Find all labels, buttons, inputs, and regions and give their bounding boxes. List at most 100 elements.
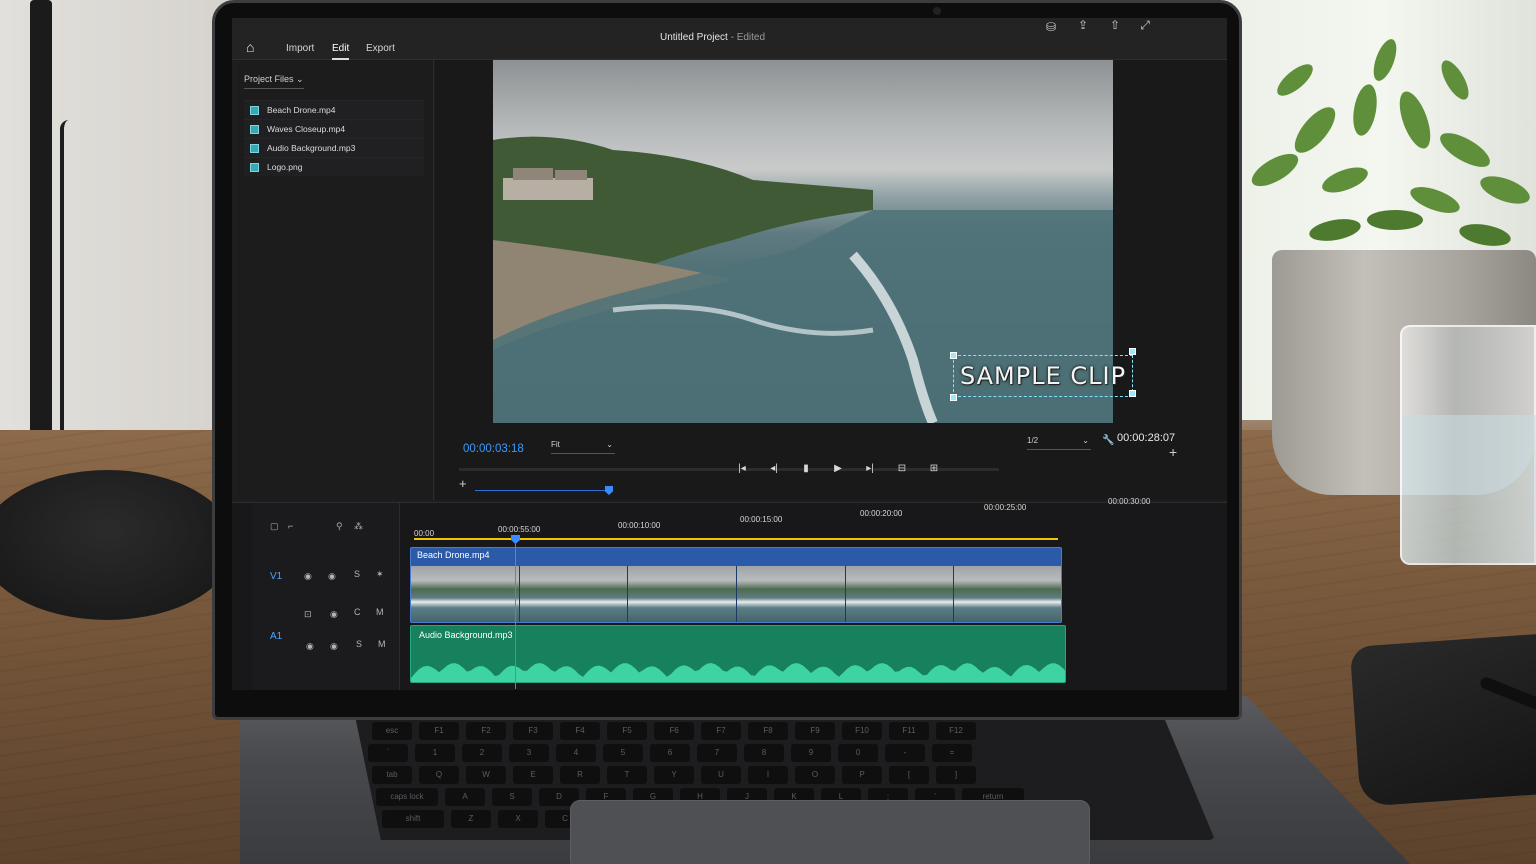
resolution-select[interactable]: 1/2 ⌄ — [1027, 436, 1091, 450]
keyboard-key[interactable]: 1 — [415, 744, 455, 762]
zoom-slider[interactable] — [475, 490, 610, 491]
keyboard-key[interactable]: F9 — [795, 722, 835, 740]
keyboard-key[interactable]: F5 — [607, 722, 647, 740]
project-files-dropdown[interactable]: Project Files ⌄ — [244, 74, 304, 89]
playhead[interactable] — [515, 541, 516, 689]
snap-icon[interactable]: ⌐ — [288, 521, 293, 531]
home-icon[interactable]: ⌂ — [246, 40, 262, 54]
eye-icon[interactable]: ◉ — [330, 609, 338, 620]
keyboard-key[interactable]: tab — [372, 766, 412, 784]
file-item-audio-background[interactable]: Audio Background.mp3 — [244, 138, 424, 157]
keyboard-key[interactable]: 0 — [838, 744, 878, 762]
keyboard-key[interactable]: = — [932, 744, 972, 762]
go-to-out-icon[interactable]: ▸| — [863, 462, 877, 476]
keyboard-key[interactable]: F6 — [654, 722, 694, 740]
solo-toggle[interactable]: S — [354, 569, 360, 579]
keyboard-key[interactable]: 9 — [791, 744, 831, 762]
keyboard-key[interactable]: F2 — [466, 722, 506, 740]
play-icon[interactable]: ▶ — [831, 462, 845, 476]
resize-handle[interactable] — [950, 394, 957, 401]
keyboard-key[interactable]: Y — [654, 766, 694, 784]
file-item-beach-drone[interactable]: Beach Drone.mp4 — [244, 100, 424, 119]
keyboard-key[interactable]: I — [748, 766, 788, 784]
zoom-slider-handle[interactable] — [605, 486, 613, 495]
fullscreen-icon[interactable]: ⤢ — [1138, 18, 1152, 32]
keyboard-key[interactable]: caps lock — [376, 788, 438, 806]
resize-handle[interactable] — [1129, 348, 1136, 355]
keyboard-key[interactable]: 2 — [462, 744, 502, 762]
captions-icon[interactable]: ▢ — [270, 521, 279, 532]
overwrite-icon[interactable]: ⊞ — [927, 462, 941, 476]
keyboard-key[interactable]: F8 — [748, 722, 788, 740]
add-icon[interactable]: + — [1169, 444, 1177, 460]
add-icon[interactable]: + — [459, 476, 467, 491]
keyboard-key[interactable]: 7 — [697, 744, 737, 762]
file-item-logo[interactable]: Logo.png — [244, 157, 424, 176]
keyboard-key[interactable]: 8 — [744, 744, 784, 762]
keyboard-key[interactable]: W — [466, 766, 506, 784]
keyboard-key[interactable]: Q — [419, 766, 459, 784]
keyboard-key[interactable]: F10 — [842, 722, 882, 740]
keyboard-key[interactable]: [ — [889, 766, 929, 784]
lock-icon[interactable]: ✶ — [376, 569, 384, 580]
eye-icon[interactable]: ◉ — [328, 571, 336, 582]
marker-icon[interactable]: ▮ — [799, 462, 813, 476]
keyboard-key[interactable]: 3 — [509, 744, 549, 762]
keyboard-key[interactable]: A — [445, 788, 485, 806]
keyboard-key[interactable]: S — [492, 788, 532, 806]
resize-handle[interactable] — [1129, 390, 1136, 397]
eye-icon[interactable]: ◉ — [306, 641, 314, 652]
keyboard-key[interactable]: P — [842, 766, 882, 784]
time-ruler[interactable]: 00:00 00:00:55:00 00:00:10:00 00:00:15:0… — [408, 497, 1188, 543]
zoom-fit-select[interactable]: Fit ⌄ — [551, 440, 615, 454]
keyboard-key[interactable]: - — [885, 744, 925, 762]
current-time[interactable]: 00:00:03:18 — [463, 443, 524, 455]
work-area-bar[interactable] — [414, 538, 1058, 540]
wrench-icon[interactable]: 🔧 — [1102, 435, 1114, 446]
keyboard-key[interactable]: esc — [372, 722, 412, 740]
audio-clip[interactable]: Audio Background.mp3 — [410, 625, 1066, 683]
keyboard-key[interactable]: Z — [451, 810, 491, 828]
keyboard-key[interactable]: shift — [382, 810, 444, 828]
linked-selection-icon[interactable]: ⚲ — [336, 521, 343, 532]
export-icon[interactable]: ⇧ — [1108, 18, 1122, 32]
eye-icon[interactable]: ◉ — [330, 641, 338, 652]
keyboard-key[interactable]: F12 — [936, 722, 976, 740]
keyboard-key[interactable]: 4 — [556, 744, 596, 762]
cloud-sync-icon[interactable]: ⛁ — [1044, 20, 1058, 34]
keyboard-key[interactable]: F7 — [701, 722, 741, 740]
add-marker-icon[interactable]: ⁂ — [354, 521, 363, 532]
mute-toggle[interactable]: M — [378, 639, 386, 649]
keyboard-key[interactable]: 6 — [650, 744, 690, 762]
keyboard-key[interactable]: U — [701, 766, 741, 784]
sync-lock-icon[interactable]: ⊡ — [304, 609, 312, 620]
insert-icon[interactable]: ⊟ — [895, 462, 909, 476]
nav-edit[interactable]: Edit — [332, 43, 350, 60]
keyboard-key[interactable]: 5 — [603, 744, 643, 762]
trackpad[interactable] — [570, 800, 1090, 864]
nav-import[interactable]: Import — [286, 43, 314, 54]
file-item-waves-closeup[interactable]: Waves Closeup.mp4 — [244, 119, 424, 138]
keyboard-key[interactable]: F11 — [889, 722, 929, 740]
share-icon[interactable]: ⇪ — [1076, 18, 1090, 32]
keyboard-key[interactable]: F4 — [560, 722, 600, 740]
keyboard-key[interactable]: X — [498, 810, 538, 828]
keyboard-key[interactable]: T — [607, 766, 647, 784]
keyboard-key[interactable]: F3 — [513, 722, 553, 740]
keyboard-key[interactable]: O — [795, 766, 835, 784]
eye-icon[interactable]: ◉ — [304, 571, 312, 582]
solo-toggle[interactable]: S — [356, 639, 362, 649]
nav-export[interactable]: Export — [366, 43, 395, 54]
go-to-in-icon[interactable]: |◂ — [735, 462, 749, 476]
keyboard-key[interactable]: ] — [936, 766, 976, 784]
keyboard-key[interactable]: R — [560, 766, 600, 784]
keyboard-key[interactable]: F1 — [419, 722, 459, 740]
text-overlay[interactable]: SAMPLE CLIP — [953, 355, 1133, 397]
step-back-icon[interactable]: ◂| — [767, 462, 781, 476]
video-clip[interactable]: Beach Drone.mp4 — [410, 547, 1062, 623]
resize-handle[interactable] — [950, 352, 957, 359]
mute-toggle[interactable]: M — [376, 607, 384, 617]
track-toggle-c[interactable]: C — [354, 607, 361, 617]
keyboard-key[interactable]: ` — [368, 744, 408, 762]
keyboard-key[interactable]: E — [513, 766, 553, 784]
